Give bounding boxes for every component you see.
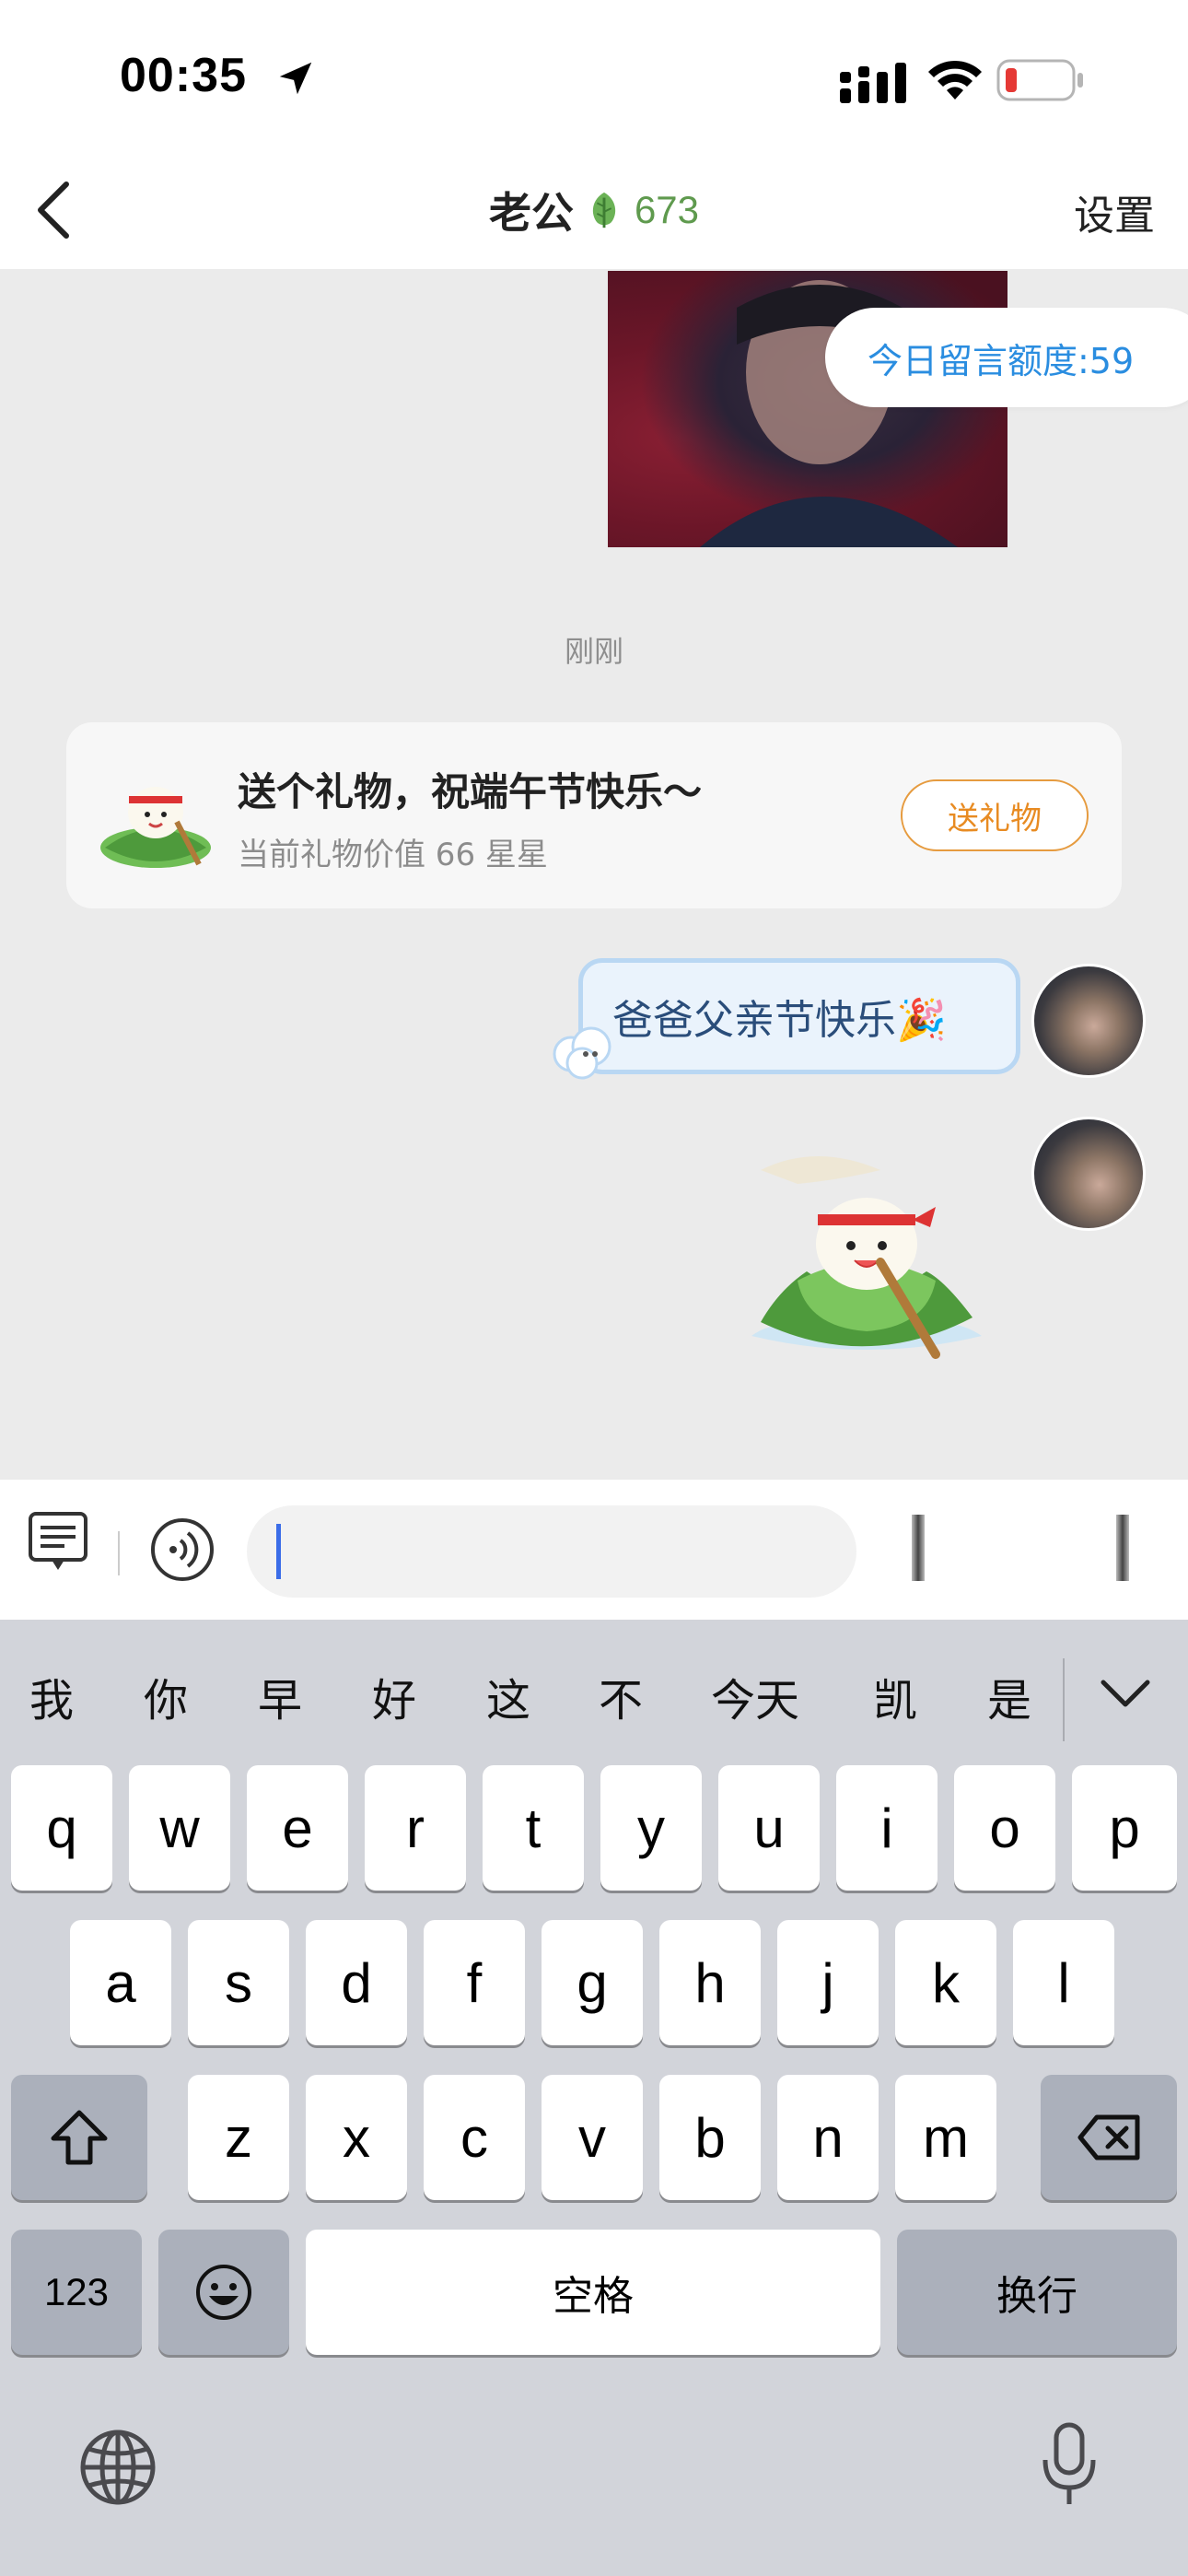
text-message-bubble[interactable]: 爸爸父亲节快乐🎉 <box>578 958 1020 1074</box>
key-c[interactable]: c <box>424 2075 525 2200</box>
candidate-word[interactable]: 你 <box>144 1664 188 1728</box>
key-k[interactable]: k <box>895 1920 996 2045</box>
dragon-boat-zongzi-sticker[interactable] <box>742 1142 991 1364</box>
send-gift-button[interactable]: 送礼物 <box>901 779 1089 851</box>
numbers-key[interactable]: 123 <box>11 2230 142 2355</box>
key-h[interactable]: h <box>659 1920 761 2045</box>
voice-icon[interactable] <box>149 1516 215 1587</box>
scroll-handle <box>1116 1515 1129 1581</box>
text-menu-icon[interactable] <box>28 1511 88 1579</box>
message-quota-badge: 今日留言额度:59 <box>825 308 1188 407</box>
key-e[interactable]: e <box>247 1765 348 1891</box>
leaf-icon <box>592 192 616 228</box>
key-p[interactable]: p <box>1072 1765 1177 1891</box>
signal-icon <box>840 63 908 107</box>
key-j[interactable]: j <box>777 1920 879 2045</box>
cloud-decoration-icon <box>549 1017 623 1085</box>
candidate-word[interactable]: 今天 <box>711 1664 799 1728</box>
candidate-word[interactable]: 我 <box>29 1664 74 1728</box>
wifi-icon <box>926 57 984 105</box>
emoji-icon <box>196 2265 251 2320</box>
chevron-down-icon[interactable] <box>1100 1675 1151 1715</box>
globe-icon[interactable] <box>79 2429 157 2510</box>
key-f[interactable]: f <box>424 1920 525 2045</box>
divider <box>118 1531 120 1575</box>
candidate-word[interactable]: 不 <box>599 1664 643 1728</box>
key-n[interactable]: n <box>777 2075 879 2200</box>
key-a[interactable]: a <box>70 1920 171 2045</box>
microphone-icon[interactable] <box>1039 2421 1100 2513</box>
message-input[interactable] <box>247 1505 856 1598</box>
key-t[interactable]: t <box>483 1765 584 1891</box>
battery-icon <box>996 59 1085 105</box>
key-o[interactable]: o <box>954 1765 1055 1891</box>
location-arrow-icon <box>274 57 317 103</box>
emoji-key[interactable] <box>158 2230 289 2355</box>
avatar[interactable] <box>1031 1117 1146 1231</box>
gift-subtitle: 当前礼物价值 66 星星 <box>238 837 548 873</box>
status-time: 00:35 <box>120 49 247 102</box>
title-group: 老公 673 <box>0 175 1188 245</box>
message-text: 爸爸父亲节快乐🎉 <box>612 997 947 1044</box>
candidate-word[interactable]: 凯 <box>873 1664 917 1728</box>
key-u[interactable]: u <box>718 1765 820 1891</box>
key-x[interactable]: x <box>306 2075 407 2200</box>
key-d[interactable]: d <box>306 1920 407 2045</box>
gift-title: 送个礼物，祝端午节快乐～ <box>238 769 703 814</box>
text-caret <box>276 1524 281 1579</box>
key-q[interactable]: q <box>11 1765 112 1891</box>
divider <box>1063 1658 1065 1741</box>
key-w[interactable]: w <box>129 1765 230 1891</box>
candidate-word[interactable]: 早 <box>258 1664 302 1728</box>
candidate-word[interactable]: 是 <box>987 1664 1031 1728</box>
shift-key[interactable] <box>11 2075 147 2200</box>
key-i[interactable]: i <box>836 1765 938 1891</box>
space-key[interactable]: 空格 <box>306 2230 880 2355</box>
key-r[interactable]: r <box>365 1765 466 1891</box>
zongzi-mascot-icon <box>96 755 215 875</box>
timestamp: 刚刚 <box>564 634 623 669</box>
key-l[interactable]: l <box>1013 1920 1114 2045</box>
return-key[interactable]: 换行 <box>897 2230 1177 2355</box>
avatar[interactable] <box>1031 964 1146 1078</box>
page-title: 老公 <box>488 188 574 238</box>
backspace-icon <box>1077 2114 1140 2160</box>
intimacy-score: 673 <box>634 188 700 231</box>
scroll-handle <box>912 1515 925 1581</box>
key-z[interactable]: z <box>188 2075 289 2200</box>
key-y[interactable]: y <box>600 1765 702 1891</box>
key-m[interactable]: m <box>895 2075 996 2200</box>
shift-icon <box>51 2110 108 2165</box>
key-s[interactable]: s <box>188 1920 289 2045</box>
key-g[interactable]: g <box>542 1920 643 2045</box>
candidate-word[interactable]: 这 <box>486 1664 530 1728</box>
quota-text: 今日留言额度:59 <box>868 340 1135 381</box>
key-v[interactable]: v <box>542 2075 643 2200</box>
settings-button[interactable]: 设置 <box>1074 182 1155 241</box>
delete-key[interactable] <box>1041 2075 1177 2200</box>
candidate-word[interactable]: 好 <box>372 1664 416 1728</box>
key-b[interactable]: b <box>659 2075 761 2200</box>
